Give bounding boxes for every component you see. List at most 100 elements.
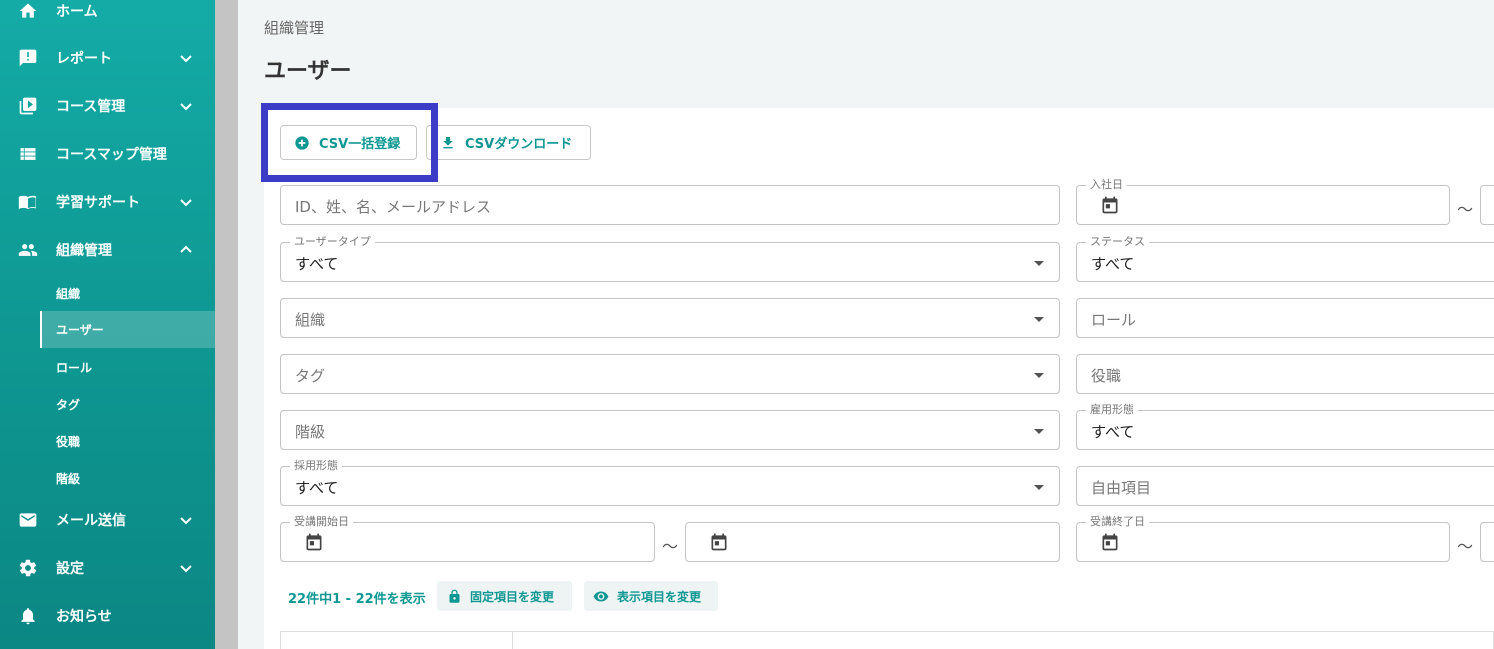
sidebar-item-course[interactable]: コース管理 bbox=[0, 82, 215, 130]
course-end-label: 受講終了日 bbox=[1086, 515, 1149, 529]
tag-placeholder: タグ bbox=[295, 367, 326, 385]
course-icon bbox=[17, 95, 39, 117]
status-label: ステータス bbox=[1086, 235, 1149, 249]
download-icon bbox=[440, 135, 456, 151]
sidebar-item-notifications[interactable]: お知らせ bbox=[0, 592, 215, 640]
status-select[interactable]: ステータス すべて bbox=[1076, 235, 1494, 282]
course-start-label: 受講開始日 bbox=[290, 515, 353, 529]
fixed-columns-button[interactable]: 固定項目を変更 bbox=[437, 581, 572, 611]
display-columns-label: 表示項目を変更 bbox=[617, 589, 702, 604]
breadcrumb[interactable]: 組織管理 bbox=[264, 17, 324, 38]
people-icon bbox=[17, 239, 39, 261]
lock-icon bbox=[446, 588, 462, 604]
sidebar-item-label: 学習サポート bbox=[56, 195, 140, 211]
custom-field-placeholder: 自由項目 bbox=[1091, 479, 1152, 497]
org-select[interactable]: 組織 bbox=[280, 298, 1060, 338]
result-count: 22件中1 - 22件を表示 bbox=[288, 592, 426, 607]
position-select[interactable]: 役職 bbox=[1076, 354, 1494, 394]
chevron-down-icon bbox=[178, 98, 194, 114]
sidebar-subitem-label: 組織 bbox=[56, 287, 81, 301]
sidebar-subitem-role[interactable]: ロール bbox=[40, 349, 215, 386]
sidebar-subitem-users[interactable]: ユーザー bbox=[40, 311, 215, 348]
sidebar-item-home[interactable]: ホーム bbox=[0, 0, 215, 35]
range-separator: ～ bbox=[662, 537, 679, 556]
home-icon bbox=[17, 0, 39, 22]
search-input[interactable]: ID、姓、名、メールアドレス bbox=[280, 185, 1060, 225]
sidebar-subitem-label: ユーザー bbox=[56, 323, 104, 337]
sidebar-item-label: ホーム bbox=[56, 4, 98, 20]
hiring-type-value: すべて bbox=[295, 479, 339, 497]
sidebar-subitem-rank[interactable]: 階級 bbox=[40, 460, 215, 497]
fixed-columns-label: 固定項目を変更 bbox=[470, 589, 555, 604]
mail-icon bbox=[17, 509, 39, 531]
csv-download-button[interactable]: CSVダウンロード bbox=[426, 125, 591, 160]
sidebar-item-label: コースマップ管理 bbox=[56, 147, 167, 163]
course-start-date-from[interactable]: 受講開始日 bbox=[280, 515, 655, 562]
sidebar-subitem-org[interactable]: 組織 bbox=[40, 275, 215, 312]
status-value: すべて bbox=[1091, 255, 1135, 273]
sidebar-item-label: 設定 bbox=[56, 561, 84, 577]
sidebar-item-learning-support[interactable]: 学習サポート bbox=[0, 178, 215, 226]
employment-type-label: 雇用形態 bbox=[1086, 403, 1138, 417]
employment-type-select[interactable]: 雇用形態 すべて bbox=[1076, 403, 1494, 450]
caret-down-icon bbox=[1034, 317, 1044, 322]
sidebar-scroll-gutter bbox=[215, 0, 238, 649]
table-column-divider bbox=[512, 631, 513, 649]
sidebar-item-label: 組織管理 bbox=[56, 243, 112, 259]
calendar-icon[interactable] bbox=[304, 532, 324, 552]
display-columns-button[interactable]: 表示項目を変更 bbox=[584, 581, 718, 611]
course-end-date-from[interactable]: 受講終了日 bbox=[1076, 515, 1450, 562]
course-end-date-to[interactable] bbox=[1480, 522, 1494, 562]
csv-download-label: CSVダウンロード bbox=[465, 137, 573, 152]
sidebar-item-settings[interactable]: 設定 bbox=[0, 544, 215, 592]
chevron-down-icon bbox=[178, 560, 194, 576]
chevron-down-icon bbox=[178, 194, 194, 210]
join-date-start-field[interactable]: 入社日 bbox=[1076, 178, 1450, 225]
hiring-type-label: 採用形態 bbox=[290, 459, 342, 473]
course-start-date-to[interactable] bbox=[685, 522, 1060, 562]
user-type-select[interactable]: ユーザータイプ すべて bbox=[280, 235, 1060, 282]
join-date-end-field[interactable] bbox=[1480, 185, 1494, 225]
position-placeholder: 役職 bbox=[1091, 367, 1122, 385]
caret-down-icon bbox=[1034, 429, 1044, 434]
sidebar-item-coursemap[interactable]: コースマップ管理 bbox=[0, 130, 215, 178]
sidebar: ホーム レポート コース管理 コースマップ管理 学習サポート 組織管理 組織 ユ… bbox=[0, 0, 215, 649]
sidebar-item-label: コース管理 bbox=[56, 99, 126, 115]
highlight-box bbox=[261, 103, 438, 182]
gear-icon bbox=[17, 557, 39, 579]
sidebar-subitem-label: 階級 bbox=[56, 472, 81, 486]
caret-down-icon bbox=[1034, 373, 1044, 378]
role-select[interactable]: ロール bbox=[1076, 298, 1494, 338]
join-date-label: 入社日 bbox=[1086, 178, 1127, 192]
sidebar-item-label: お知らせ bbox=[56, 609, 112, 625]
rank-select[interactable]: 階級 bbox=[280, 410, 1060, 450]
bell-icon bbox=[17, 605, 39, 627]
range-separator: ～ bbox=[1457, 200, 1474, 219]
rank-placeholder: 階級 bbox=[295, 423, 326, 441]
tag-select[interactable]: タグ bbox=[280, 354, 1060, 394]
hiring-type-select[interactable]: 採用形態 すべて bbox=[280, 459, 1060, 506]
sidebar-subitem-label: タグ bbox=[56, 398, 81, 412]
calendar-icon[interactable] bbox=[1100, 195, 1120, 215]
sidebar-subitem-label: 役職 bbox=[56, 435, 81, 449]
caret-down-icon bbox=[1034, 485, 1044, 490]
calendar-icon[interactable] bbox=[709, 532, 729, 552]
sidebar-subitem-label: ロール bbox=[56, 361, 93, 375]
role-placeholder: ロール bbox=[1091, 311, 1137, 329]
user-table bbox=[280, 631, 1494, 649]
sidebar-subitem-tag[interactable]: タグ bbox=[40, 386, 215, 423]
sidebar-item-org-management[interactable]: 組織管理 bbox=[0, 226, 215, 274]
search-placeholder: ID、姓、名、メールアドレス bbox=[295, 198, 491, 216]
sidebar-item-mail[interactable]: メール送信 bbox=[0, 496, 215, 544]
report-icon bbox=[17, 47, 39, 69]
page-title: ユーザー bbox=[264, 59, 352, 84]
employment-type-value: すべて bbox=[1091, 423, 1135, 441]
calendar-icon[interactable] bbox=[1100, 532, 1120, 552]
sidebar-item-label: メール送信 bbox=[56, 513, 126, 529]
eye-icon bbox=[593, 588, 609, 604]
org-placeholder: 組織 bbox=[295, 311, 326, 329]
book-icon bbox=[17, 191, 39, 213]
sidebar-item-report[interactable]: レポート bbox=[0, 34, 215, 82]
sidebar-subitem-position[interactable]: 役職 bbox=[40, 423, 215, 460]
custom-field-input[interactable]: 自由項目 bbox=[1076, 466, 1494, 506]
